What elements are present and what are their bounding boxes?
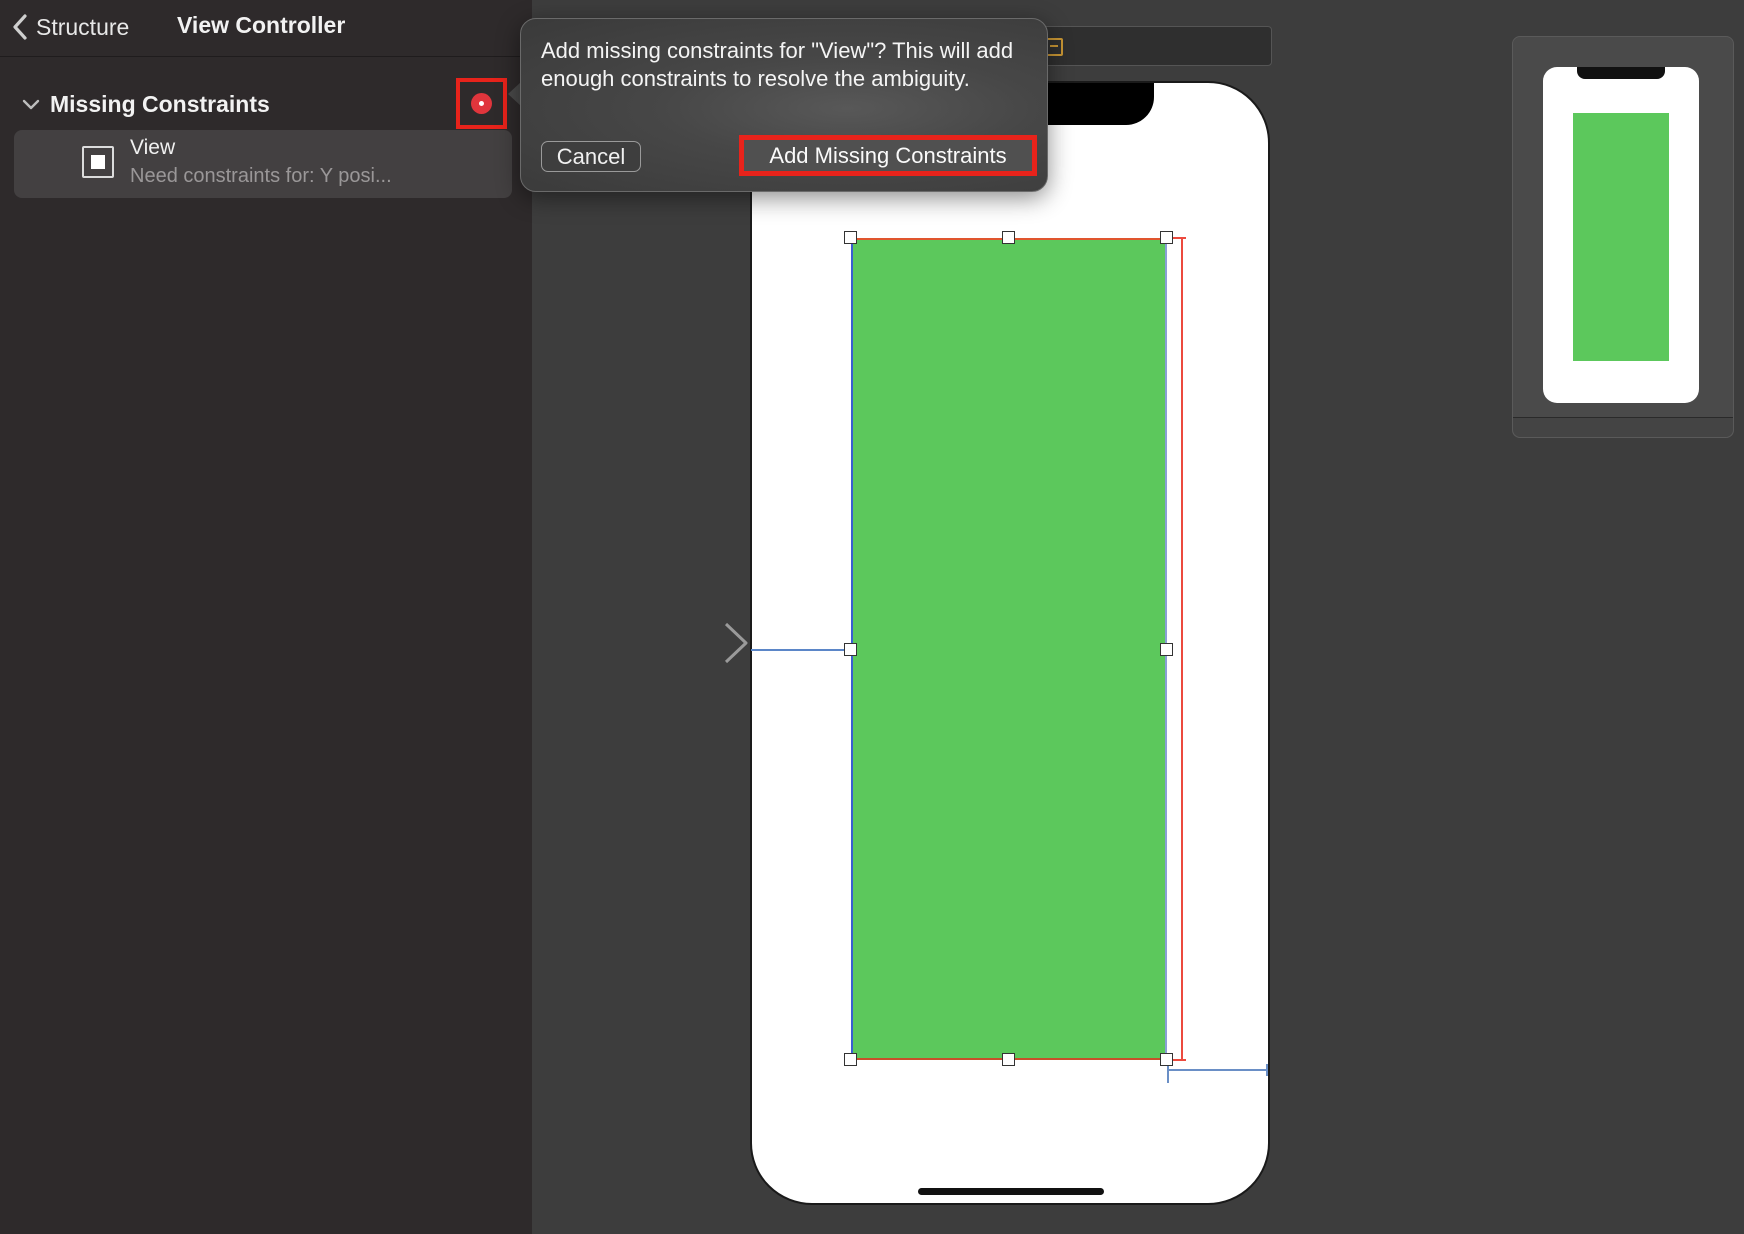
section-missing-constraints[interactable]: Missing Constraints	[0, 86, 532, 122]
resize-handle-top[interactable]	[1002, 231, 1015, 244]
chevron-left-icon	[12, 14, 28, 40]
resize-handle-top-right[interactable]	[1160, 231, 1173, 244]
arrow-right-icon[interactable]	[622, 620, 750, 671]
trailing-constraint-cap	[1266, 1064, 1268, 1076]
navigator-header: Structure View Controller	[0, 0, 532, 57]
preview-notch	[1577, 67, 1665, 79]
back-button[interactable]: Structure	[12, 10, 129, 44]
misplaced-cap-top	[1172, 237, 1186, 239]
chevron-down-icon[interactable]	[22, 98, 40, 116]
section-title: Missing Constraints	[50, 91, 270, 117]
error-dot-icon	[471, 93, 492, 114]
resize-handle-bottom-right[interactable]	[1160, 1053, 1173, 1066]
resize-handle-left[interactable]	[844, 643, 857, 656]
trailing-constraint[interactable]	[1168, 1069, 1268, 1071]
trailing-constraint-cap	[1167, 1063, 1169, 1083]
page-title: View Controller	[177, 12, 346, 38]
issue-title: View	[130, 136, 176, 159]
resize-handle-top-left[interactable]	[844, 231, 857, 244]
view-square-icon	[82, 146, 114, 178]
resize-handle-bottom-left[interactable]	[844, 1053, 857, 1066]
resize-handle-bottom[interactable]	[1002, 1053, 1015, 1066]
preview-green-view	[1573, 113, 1669, 361]
back-label: Structure	[36, 13, 130, 40]
resize-handle-right[interactable]	[1160, 643, 1173, 656]
preview-device	[1543, 67, 1699, 403]
issue-row-view[interactable]: View Need constraints for: Y posi...	[14, 130, 512, 198]
resolve-issue-button[interactable]	[456, 78, 507, 129]
issue-navigator: Structure View Controller Missing Constr…	[0, 0, 532, 1234]
green-view[interactable]	[851, 238, 1167, 1060]
device-preview[interactable]	[1512, 36, 1734, 438]
add-missing-constraints-button[interactable]: Add Missing Constraints	[739, 135, 1037, 176]
misplaced-height-indicator	[1181, 238, 1183, 1060]
popover-message: Add missing constraints for "View"? This…	[541, 38, 1014, 91]
cancel-button[interactable]: Cancel	[541, 141, 641, 172]
misplaced-cap-bottom	[1172, 1059, 1186, 1061]
home-indicator	[918, 1188, 1104, 1195]
issue-subtitle: Need constraints for: Y posi...	[130, 165, 392, 187]
preview-footer	[1513, 417, 1733, 437]
leading-constraint[interactable]	[751, 649, 846, 651]
add-constraints-popover: Add missing constraints for "View"? This…	[520, 18, 1048, 192]
